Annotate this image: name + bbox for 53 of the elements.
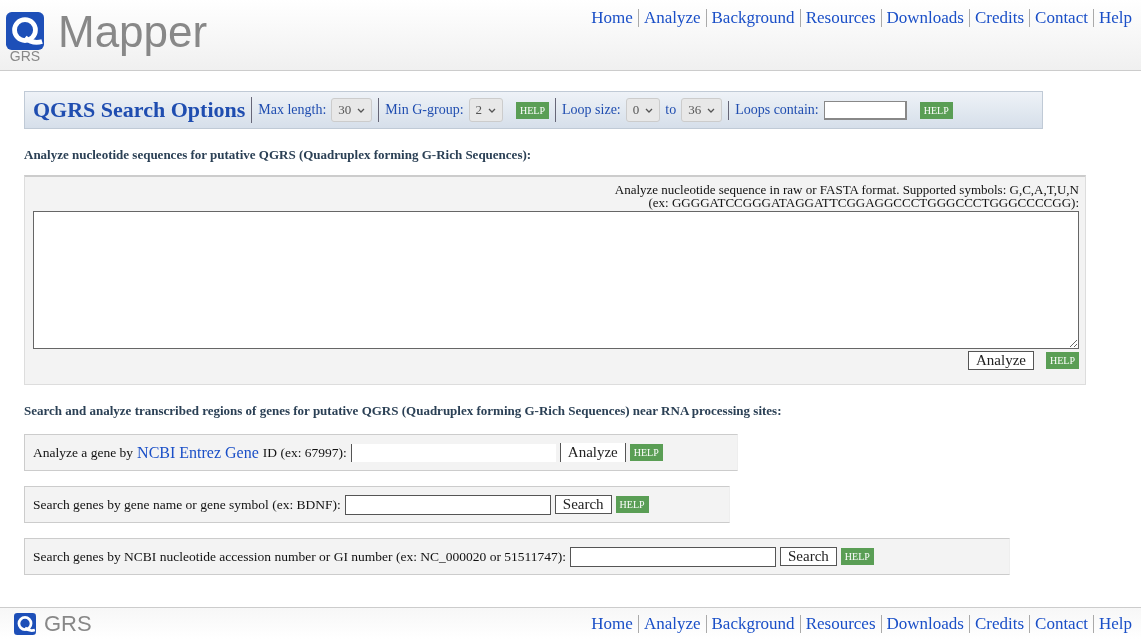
search-button[interactable]: Search	[780, 547, 837, 566]
nav-link[interactable]: Credits	[968, 614, 1030, 633]
section-heading: Analyze nucleotide sequences for putative QGRS (Quadruplex forming G-Rich Sequences):	[24, 147, 533, 163]
nav-link[interactable]: Background	[705, 614, 800, 633]
example-hint: (ex: GGGGATCCGGGATAGGATTCGGAGGCCCTGGGCCCTGGGCCCCGG):	[648, 196, 1079, 209]
nav-link[interactable]: Background	[705, 9, 800, 27]
nav-link[interactable]: Downloads	[880, 9, 969, 27]
nav-link[interactable]: Help	[1092, 9, 1137, 27]
row-label: ID (ex: 67997):	[262, 444, 347, 461]
dropdown-select[interactable]: 2	[468, 98, 504, 122]
dropdown-select[interactable]: 0	[625, 98, 661, 122]
dropdown-select[interactable]: 36	[681, 98, 723, 122]
field-label: Min G-group:	[385, 102, 464, 118]
analyze-button[interactable]: Analyze	[968, 351, 1034, 370]
nav-link[interactable]: Home	[586, 9, 638, 27]
nav-link[interactable]: Contact	[1029, 614, 1093, 633]
input-field[interactable]	[823, 100, 907, 120]
search-button[interactable]: Search	[554, 495, 612, 514]
nav-link[interactable]: Resources	[799, 614, 881, 633]
chevron-down-icon	[645, 107, 654, 113]
field-label: Loops contain:	[735, 102, 819, 118]
nav-link[interactable]: Downloads	[880, 614, 969, 633]
chevron-down-icon	[707, 107, 716, 113]
q-logo-icon	[14, 612, 36, 635]
logo-text: GRS	[9, 50, 41, 63]
logo-title: Mapper	[58, 7, 208, 57]
input-field[interactable]	[344, 494, 551, 515]
nav-link[interactable]: Credits	[968, 9, 1030, 27]
section-heading: Search and analyze transcribed regions of genes for putative QGRS (Quadruplex forming G-Rich Sequences) near RNA processing sites:	[24, 403, 783, 419]
logo-text: GRS	[44, 610, 92, 637]
chevron-down-icon	[488, 107, 497, 113]
input-field[interactable]	[350, 443, 556, 462]
chevron-down-icon	[357, 107, 366, 113]
nav-link[interactable]: Analyze	[637, 614, 706, 633]
input-field[interactable]	[570, 546, 776, 567]
gene-link[interactable]: NCBI Entrez Gene	[137, 443, 259, 462]
options-title: QGRS Search Options	[33, 97, 253, 123]
nav-link[interactable]: Home	[586, 614, 638, 633]
nav-link[interactable]: Resources	[799, 9, 881, 27]
range-joiner: to	[665, 102, 677, 118]
field-label: Max length:	[258, 102, 327, 118]
row-label: Analyze a gene by	[33, 444, 134, 461]
dropdown-select[interactable]: 30	[331, 98, 373, 122]
row-label: Search genes by NCBI nucleotide accession number or GI number (ex: NC_000020 or 51511747):	[33, 548, 566, 565]
q-logo-icon	[6, 12, 44, 50]
nav-link[interactable]: Help	[1092, 614, 1137, 633]
format-hint: Analyze nucleotide sequence in raw or FASTA format. Supported symbols: G,C,A,T,U,N	[614, 183, 1079, 196]
row-label: Search genes by gene name or gene symbol (ex: BDNF):	[33, 496, 341, 513]
sequence-input[interactable]	[33, 211, 1079, 349]
field-label: Loop size:	[562, 102, 621, 118]
nav-link[interactable]: Contact	[1029, 9, 1093, 27]
analyze-button[interactable]: Analyze	[559, 443, 626, 462]
nav-link[interactable]: Analyze	[637, 9, 706, 27]
